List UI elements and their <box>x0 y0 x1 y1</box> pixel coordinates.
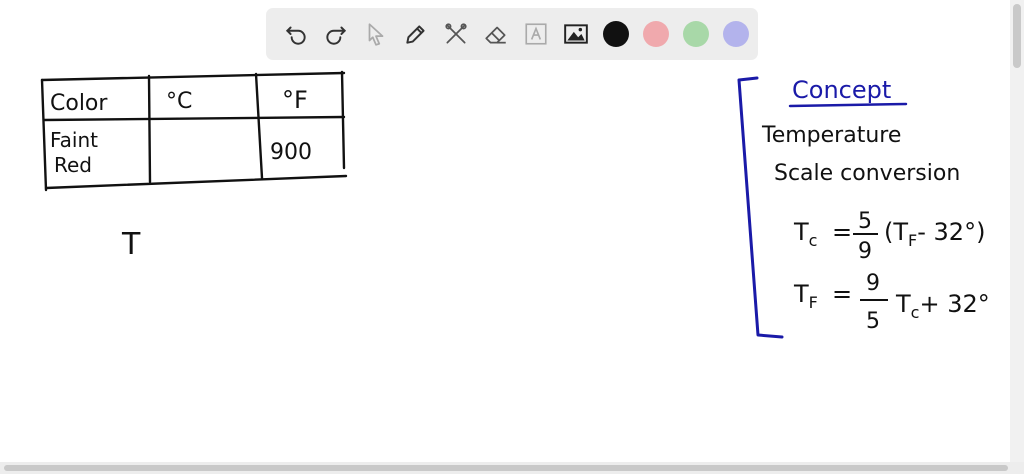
concept-line1: Temperature <box>761 123 901 148</box>
table-cell-fahrenheit: 900 <box>270 140 312 165</box>
formula1-numerator: 5 <box>858 209 872 234</box>
table-header-celsius: °C <box>166 89 192 114</box>
formula2-numerator: 9 <box>866 271 880 296</box>
vertical-scrollbar[interactable] <box>1010 0 1024 462</box>
table-row-label-line2: Red <box>54 153 92 177</box>
concept-bracket <box>737 76 784 339</box>
table-row-label-line1: Faint <box>50 128 98 152</box>
horizontal-scrollbar[interactable] <box>0 462 1024 474</box>
table-header-color: Color <box>50 91 108 116</box>
formula1-rhs: (TF- 32°) <box>884 218 985 250</box>
work-t-label: T <box>121 227 141 262</box>
whiteboard-canvas[interactable]: Color °C °F Faint Red 900 T Concept Temp… <box>0 0 1024 474</box>
formula1-denominator: 9 <box>858 239 872 264</box>
formula2-denominator: 5 <box>866 309 880 334</box>
formula2-lhs: TF <box>793 280 818 312</box>
formula2-rhs: Tc+ 32° <box>895 290 990 322</box>
table-header-fahrenheit: °F <box>282 86 308 114</box>
vertical-scroll-thumb[interactable] <box>1013 4 1021 68</box>
formula1-lhs: Tc <box>793 218 817 250</box>
concept-title: Concept <box>792 76 891 104</box>
concept-title-underline <box>788 102 908 108</box>
formula2-equals: = <box>832 280 852 308</box>
horizontal-scroll-thumb[interactable] <box>4 465 1008 471</box>
concept-line2: Scale conversion <box>774 161 960 186</box>
formula1-equals: = <box>832 218 852 246</box>
